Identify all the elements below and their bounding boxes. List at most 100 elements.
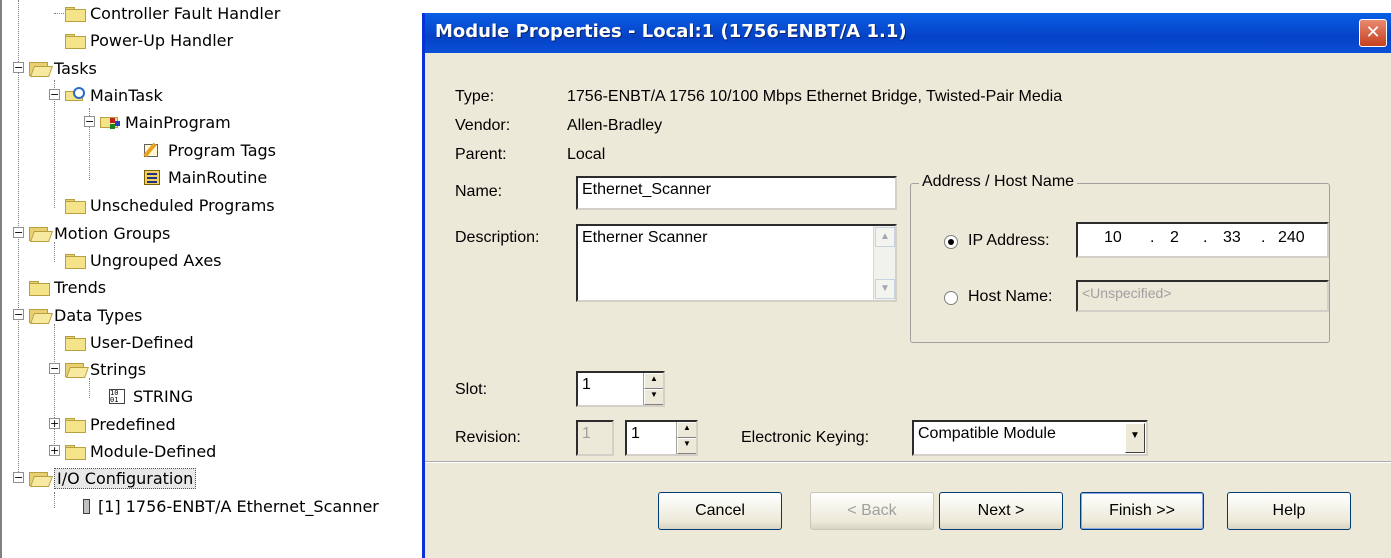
- spin-up-icon[interactable]: ▲: [644, 373, 663, 389]
- ip-octet-1[interactable]: 10: [1104, 229, 1122, 247]
- tree-item-module-defined[interactable]: Module-Defined: [64, 438, 216, 464]
- address-host-group: Address / Host Name IP Address: 10 . 2 .…: [910, 173, 1330, 343]
- host-name-radio[interactable]: [944, 291, 958, 305]
- host-name-field[interactable]: <Unspecified>: [1076, 280, 1329, 312]
- tree-item-user-defined[interactable]: ℹ User-Defined: [64, 329, 194, 355]
- tree-item-label: I/O Configuration: [54, 467, 197, 489]
- name-field[interactable]: Ethernet_Scanner: [576, 176, 897, 210]
- tree-item-label: Strings: [90, 359, 147, 379]
- program-icon: [99, 114, 121, 130]
- parent-value: Local: [567, 146, 606, 163]
- revision-minor-value: 1: [631, 425, 640, 442]
- tree-item-main-routine[interactable]: MainRoutine: [142, 164, 267, 190]
- ip-separator: .: [1203, 229, 1208, 246]
- tree-item-tasks[interactable]: Tasks: [28, 55, 97, 81]
- tree-item-program-tags[interactable]: Program Tags: [142, 137, 276, 163]
- button-bar: [425, 461, 1391, 463]
- tree-item-io-configuration[interactable]: I/O Configuration: [28, 465, 197, 491]
- scroll-up-icon[interactable]: ▲: [875, 227, 895, 247]
- tree-item-label: Power-Up Handler: [90, 30, 234, 50]
- tree-connector: [54, 324, 55, 456]
- collapse-icon[interactable]: −: [13, 62, 24, 73]
- tree-item-label: Motion Groups: [54, 223, 171, 243]
- description-scrollbar[interactable]: ▲ ▼: [873, 226, 895, 300]
- parent-label: Parent:: [455, 146, 507, 163]
- tree-item-label: Unscheduled Programs: [90, 195, 275, 215]
- tree-connector: [54, 492, 55, 508]
- tree-item-label: Data Types: [54, 305, 143, 325]
- cancel-button[interactable]: Cancel: [658, 492, 782, 530]
- close-icon: ✕: [1365, 22, 1381, 43]
- name-label: Name:: [455, 183, 503, 200]
- dialog-title-bar[interactable]: Module Properties - Local:1 (1756-ENBT/A…: [425, 13, 1391, 53]
- tree-item-label: STRING: [133, 386, 194, 406]
- folder-open-icon: [28, 307, 50, 323]
- chevron-down-icon[interactable]: ▼: [1125, 423, 1145, 453]
- datatype-folder-icon: [64, 416, 86, 433]
- help-button[interactable]: Help: [1227, 492, 1351, 530]
- collapse-icon[interactable]: −: [49, 363, 60, 374]
- tree-item-predefined[interactable]: Predefined: [64, 411, 176, 437]
- tree-item-unscheduled-programs[interactable]: Unscheduled Programs: [64, 192, 275, 218]
- collapse-icon[interactable]: −: [84, 116, 95, 127]
- tree-item-string[interactable]: 10 01 STRING: [107, 383, 193, 409]
- slot-value: 1: [582, 376, 591, 393]
- revision-label: Revision:: [455, 429, 521, 446]
- collapse-icon[interactable]: −: [13, 472, 24, 483]
- expand-icon[interactable]: +: [49, 445, 60, 456]
- spin-up-icon[interactable]: ▲: [677, 422, 696, 438]
- folder-open-icon: [28, 225, 50, 241]
- tree-item-motion-groups[interactable]: Motion Groups: [28, 220, 170, 246]
- ip-octet-3[interactable]: 33: [1223, 229, 1241, 247]
- description-text: Etherner Scanner: [582, 229, 708, 246]
- ip-separator: .: [1261, 229, 1266, 246]
- tree-item-label: Trends: [54, 277, 107, 297]
- close-button[interactable]: ✕: [1359, 19, 1387, 47]
- datatype-folder-icon: [64, 443, 86, 460]
- next-button[interactable]: Next >: [939, 492, 1063, 530]
- tree-item-label: User-Defined: [90, 332, 194, 352]
- tree-item-label: Controller Fault Handler: [90, 3, 281, 23]
- collapse-icon[interactable]: −: [13, 309, 24, 320]
- finish-button[interactable]: Finish >>: [1080, 492, 1204, 530]
- ip-address-label: IP Address:: [968, 232, 1050, 249]
- host-name-label: Host Name:: [968, 288, 1053, 305]
- tree-item-main-task[interactable]: MainTask: [64, 82, 163, 108]
- slot-stepper[interactable]: 1 ▲ ▼: [576, 371, 665, 407]
- folder-open-icon: [28, 470, 50, 486]
- tree-item-power-up-handler[interactable]: Power-Up Handler: [64, 27, 233, 53]
- description-field[interactable]: Etherner Scanner ▲ ▼: [576, 224, 897, 302]
- spin-down-icon[interactable]: ▼: [677, 438, 696, 454]
- vendor-value: Allen-Bradley: [567, 117, 663, 134]
- revision-major-field: 1: [576, 420, 614, 456]
- tree-item-data-types[interactable]: Data Types: [28, 302, 142, 328]
- expand-icon[interactable]: +: [49, 418, 60, 429]
- tree-item-strings[interactable]: Strings: [64, 356, 146, 382]
- slot-label: Slot:: [455, 381, 488, 398]
- routine-icon: [142, 169, 164, 185]
- ip-octet-4[interactable]: 240: [1278, 229, 1305, 247]
- tree-item-label: Program Tags: [168, 140, 277, 160]
- tree-item-main-program[interactable]: MainProgram: [99, 109, 231, 135]
- revision-minor-stepper[interactable]: 1 ▲ ▼: [625, 420, 698, 456]
- electronic-keying-select[interactable]: Compatible Module ▼: [912, 420, 1148, 456]
- spin-down-icon[interactable]: ▼: [644, 389, 663, 405]
- folder-open-icon: [28, 60, 50, 76]
- scroll-down-icon[interactable]: ▼: [875, 279, 895, 299]
- ip-address-field[interactable]: 10 . 2 . 33 . 240: [1076, 222, 1329, 258]
- back-button[interactable]: < Back: [810, 492, 934, 530]
- datatype-folder-icon: ℹ: [64, 334, 86, 351]
- tree-item-trends[interactable]: Trends: [28, 274, 106, 300]
- folder-closed-icon: [64, 197, 86, 214]
- folder-closed-icon: [64, 5, 86, 22]
- ip-address-radio[interactable]: [944, 235, 958, 249]
- tree-item-ungrouped-axes[interactable]: Ungrouped Axes: [64, 247, 222, 273]
- collapse-icon[interactable]: −: [49, 89, 60, 100]
- description-label: Description:: [455, 229, 540, 246]
- tree-item-controller-fault-handler[interactable]: Controller Fault Handler: [54, 0, 281, 26]
- tree-item-label: [1] 1756-ENBT/A Ethernet_Scanner: [98, 496, 379, 516]
- ip-octet-2[interactable]: 2: [1170, 229, 1179, 247]
- string-type-icon: 10 01: [107, 388, 129, 404]
- collapse-icon[interactable]: −: [13, 227, 24, 238]
- tree-item-enbt-module[interactable]: [1] 1756-ENBT/A Ethernet_Scanner: [80, 493, 379, 519]
